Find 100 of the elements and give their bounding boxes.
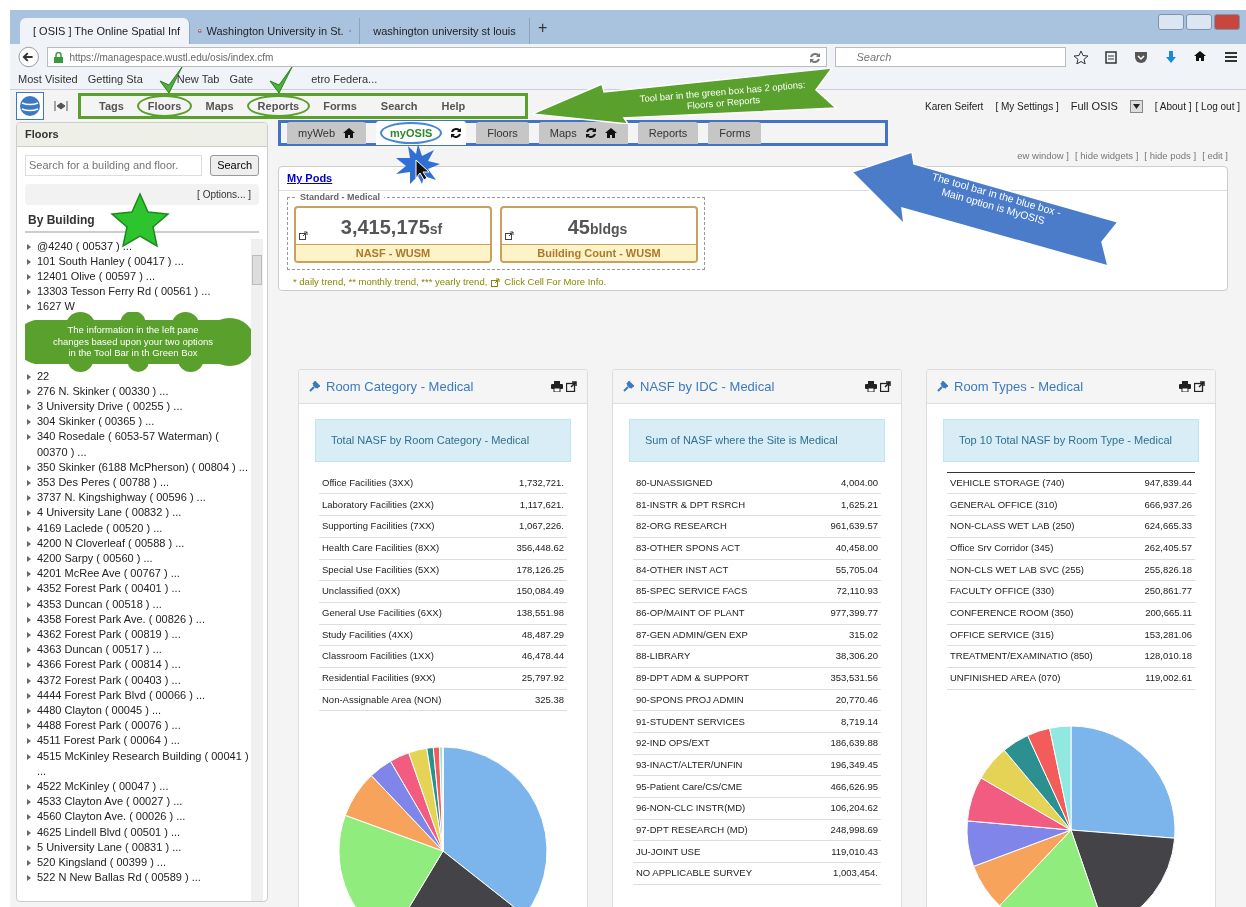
menu-item[interactable]: Forms [312, 94, 368, 118]
building-item[interactable]: 3 University Drive ( 00255 ) ... [27, 398, 251, 415]
collapse-icon[interactable] [54, 100, 68, 112]
menu-item[interactable]: Help [430, 94, 477, 118]
building-item[interactable]: 4533 Clayton Ave ( 00027 ) ... [27, 794, 251, 810]
external-link-icon[interactable] [505, 230, 514, 240]
header-link[interactable]: [ Log out ] [1195, 98, 1240, 114]
building-item[interactable]: 4353 Duncan ( 00518 ) ... [27, 596, 251, 612]
pin-icon[interactable] [937, 381, 948, 393]
reload-icon[interactable] [809, 51, 821, 63]
app-logo[interactable] [16, 92, 44, 120]
header-link[interactable]: [ About ] [1154, 98, 1192, 114]
building-item[interactable]: 1627 W [27, 299, 251, 315]
building-item[interactable]: 4169 Laclede ( 00520 ) ... [27, 520, 251, 536]
building-item[interactable]: 4363 Duncan ( 00517 ) ... [27, 642, 251, 658]
bookmark-link[interactable]: New Tab [176, 71, 220, 88]
new-tab-button[interactable]: + [538, 16, 548, 40]
external-link-icon[interactable] [1194, 381, 1205, 393]
page-link[interactable]: [ hide pods ] [1144, 149, 1197, 164]
building-item[interactable]: @4240 ( 00537 ) ... [27, 238, 251, 254]
pocket-icon[interactable] [1134, 50, 1148, 64]
refresh-icon[interactable] [450, 127, 463, 139]
building-item[interactable]: 4362 Forest Park ( 00819 ) ... [27, 626, 251, 643]
print-icon[interactable] [865, 381, 877, 393]
building-item[interactable]: 340 Rosedale ( 6053-57 Waterman) ( 00370 ) ... [27, 429, 251, 460]
page-link[interactable]: ew window ] [1017, 149, 1069, 164]
menu-icon[interactable] [1224, 50, 1238, 64]
external-link-icon[interactable] [299, 230, 308, 240]
building-item[interactable]: 4515 McKinley Research Building ( 00041 ) ... [27, 748, 251, 779]
building-item[interactable]: 4 University Lane ( 00832 ) ... [27, 505, 251, 521]
options-link[interactable]: [ Options... ] [197, 188, 251, 200]
bookmark-link[interactable]: Most Visited [18, 71, 78, 88]
nav-tab[interactable]: Floors [476, 121, 529, 145]
pin-icon[interactable] [309, 381, 320, 393]
bookmark-link[interactable]: etro Federa... [311, 71, 378, 88]
building-item[interactable]: 13303 Tesson Ferry Rd ( 00561 ) ... [27, 284, 251, 300]
nav-tab[interactable]: myWeb [287, 121, 367, 145]
menu-item[interactable]: Maps [194, 94, 245, 118]
building-item[interactable]: 4200 Sarpy ( 00560 ) ... [27, 550, 251, 567]
footnote-link[interactable]: Click Cell For More Info. [504, 275, 607, 290]
address-bar[interactable]: https://managespace.wustl.edu/osis/index.cfm [47, 47, 828, 67]
building-item[interactable]: 4560 Clayton Ave. ( 00026 ) ... [27, 809, 251, 825]
scrollbar[interactable] [251, 238, 263, 901]
metric-tile[interactable]: 45bldgs Building Count - WUSM [500, 205, 698, 264]
building-item[interactable]: 4480 Clayton ( 00045 ) ... [27, 703, 251, 719]
building-item[interactable]: 4366 Forest Park ( 00814 ) ... [27, 657, 251, 673]
page-link[interactable]: [ edit ] [1202, 149, 1228, 164]
nav-tab[interactable]: Maps [538, 121, 628, 145]
browser-tab[interactable]: [ OSIS ] The Online Spatial Inf [20, 18, 190, 44]
print-icon[interactable] [551, 381, 563, 393]
bookmark-link[interactable]: Gate [229, 71, 254, 88]
nav-tab[interactable]: Reports [637, 121, 699, 145]
print-icon[interactable] [1179, 381, 1191, 393]
building-item[interactable]: 4444 Forest Park Blvd ( 00066 ) ... [27, 687, 251, 703]
building-item[interactable]: 520 Kingsland ( 00399 ) ... [27, 855, 251, 871]
building-item[interactable]: 4522 McKinley ( 00047 ) ... [27, 779, 251, 795]
browser-search-field[interactable]: Search [835, 47, 1066, 67]
building-item[interactable]: 101 South Hanley ( 00417 ) ... [27, 253, 251, 269]
building-item[interactable]: 4625 Lindell Blvd ( 00501 ) ... [27, 824, 251, 840]
building-item[interactable]: 22 [27, 368, 251, 384]
home-icon[interactable] [343, 127, 356, 139]
home-icon[interactable] [604, 127, 617, 139]
pods-link[interactable]: My Pods [287, 172, 333, 185]
external-link-icon[interactable] [566, 381, 577, 393]
home-icon[interactable] [1194, 50, 1208, 64]
star-icon[interactable] [1074, 50, 1088, 64]
building-item[interactable]: 304 Skinker ( 00365 ) ... [27, 414, 251, 430]
building-item[interactable]: 4358 Forest Park Ave. ( 00826 ) ... [27, 611, 251, 627]
building-item[interactable]: 3737 N. Kingshighway ( 00596 ) ... [27, 490, 251, 506]
menu-item[interactable]: Search [369, 94, 429, 118]
building-item[interactable]: 5 University Lane ( 00831 ) ... [27, 839, 251, 855]
building-item[interactable]: 276 N. Skinker ( 00330 ) ... [27, 383, 251, 399]
dropdown-button[interactable] [1129, 99, 1143, 113]
back-icon[interactable] [18, 46, 40, 68]
building-item[interactable]: 4488 Forest Park ( 00076 ) ... [27, 718, 251, 734]
menu-item[interactable]: Tags [88, 94, 135, 118]
menu-item[interactable]: Reports [246, 94, 311, 118]
pin-icon[interactable] [623, 381, 634, 393]
building-item[interactable]: 522 N New Ballas Rd ( 00589 ) ... [27, 870, 251, 886]
clipboard-icon[interactable] [1104, 50, 1118, 64]
building-item[interactable]: 4511 Forest Park ( 00064 ) ... [27, 733, 251, 749]
page-link[interactable]: [ hide widgets ] [1075, 149, 1139, 164]
building-item[interactable]: 4200 N Cloverleaf ( 00588 ) ... [27, 535, 251, 551]
nav-tab[interactable]: myOSIS [376, 120, 467, 146]
bookmark-link[interactable]: Getting Sta [87, 71, 143, 88]
menu-item[interactable]: Floors [136, 94, 193, 118]
search-field[interactable]: Search for a building and floor. [25, 154, 203, 176]
building-item[interactable]: 4201 McRee Ave ( 00767 ) ... [27, 566, 251, 582]
building-item[interactable]: 4352 Forest Park ( 00401 ) ... [27, 581, 251, 597]
nav-tab[interactable]: Forms [708, 121, 762, 145]
building-item[interactable]: 4372 Forest Park ( 00403 ) ... [27, 672, 251, 688]
building-item[interactable]: 353 Des Peres ( 00788 ) ... [27, 474, 251, 491]
search-button[interactable]: Search [210, 154, 259, 176]
refresh-icon[interactable] [584, 127, 597, 139]
metric-tile[interactable]: 3,415,175sf NASF - WUSM [294, 205, 492, 264]
settings-link[interactable]: [ My Settings ] [995, 98, 1059, 114]
building-item[interactable]: 350 Skinker (6188 McPherson) ( 00804 ) ... [27, 459, 251, 475]
external-link-icon[interactable] [880, 381, 891, 393]
download-icon[interactable] [1164, 50, 1178, 64]
building-item[interactable]: 12401 Olive ( 00597 ) ... [27, 268, 251, 285]
